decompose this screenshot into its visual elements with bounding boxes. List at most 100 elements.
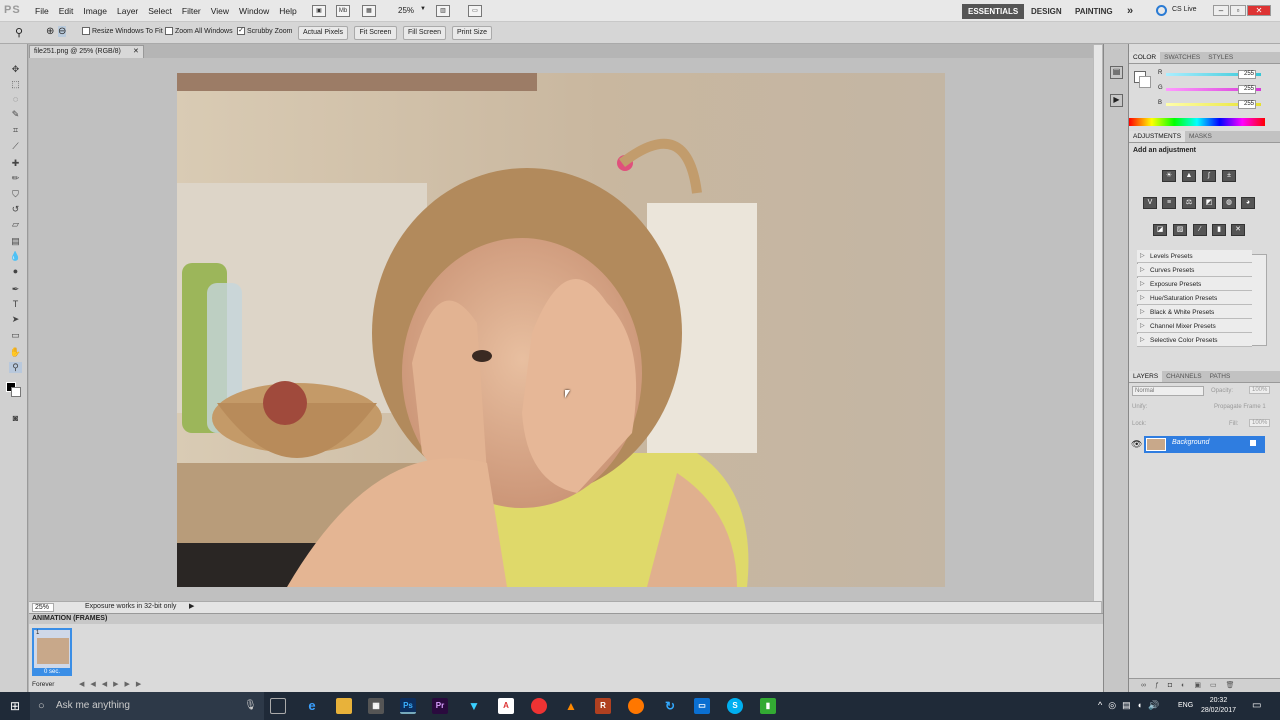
menu-filter[interactable]: Filter [177,6,206,16]
crop-tool-icon[interactable]: ⌗ [9,125,22,136]
black-white-icon[interactable]: ◩ [1202,197,1216,209]
pen-tool-icon[interactable]: ✒ [9,284,22,295]
scrubby-zoom-checkbox[interactable]: ✓ Scrubby Zoom [237,27,293,35]
menu-view[interactable]: View [206,6,234,16]
exposure-icon[interactable]: ± [1222,170,1236,182]
zoom-out-icon[interactable]: ⊖ [58,26,67,37]
layer-visibility-eye-icon[interactable]: 👁 [1131,439,1142,450]
resize-windows-checkbox[interactable]: Resize Windows To Fit [82,27,163,35]
launch-bridge-icon[interactable]: ▣ [312,5,326,17]
microphone-icon[interactable]: 🎙 [244,692,257,720]
launch-minibridge-icon[interactable]: Mb [336,5,350,17]
tab-swatches[interactable]: SWATCHES [1160,52,1204,63]
history-brush-tool-icon[interactable]: ↺ [9,204,22,215]
invert-icon[interactable]: ◪ [1153,224,1167,236]
color-balance-icon[interactable]: ⚖ [1182,197,1196,209]
selective-color-icon[interactable]: ✕ [1231,224,1245,236]
eraser-tool-icon[interactable]: ▱ [9,219,22,230]
window-app-icon[interactable]: ▭ [694,698,710,714]
fill-field[interactable]: 100% [1249,419,1271,427]
workspace-essentials[interactable]: ESSENTIALS [962,4,1025,19]
refresh-app-icon[interactable]: ↻ [662,698,678,714]
vibrance-icon[interactable]: V [1143,197,1157,209]
screen-mode-icon[interactable]: ▭ [468,5,482,17]
frame-delay[interactable]: 0 sec. [34,668,70,676]
menu-edit[interactable]: Edit [54,6,79,16]
zoom-tool-active-icon[interactable]: ⚲ [9,362,22,373]
quick-mask-icon[interactable]: ◙ [9,413,22,424]
fit-screen-button[interactable]: Fit Screen [354,26,397,40]
curves-icon[interactable]: ∫ [1202,170,1216,182]
tab-masks[interactable]: MASKS [1185,131,1216,142]
preset-channel-mixer[interactable]: Channel Mixer Presets [1137,320,1252,333]
zoom-in-icon[interactable]: ⊕ [46,26,54,37]
preset-curves[interactable]: Curves Presets [1137,264,1252,277]
workspace-overflow-icon[interactable]: » [1121,4,1139,19]
close-document-icon[interactable]: ✕ [133,46,139,58]
close-button[interactable]: ✕ [1247,5,1271,16]
preset-exposure[interactable]: Exposure Presets [1137,278,1252,291]
tab-adjustments[interactable]: ADJUSTMENTS [1129,131,1186,142]
marquee-tool-icon[interactable]: ⬚ [9,79,22,90]
color-spectrum-bar[interactable] [1129,118,1265,126]
preset-levels[interactable]: Levels Presets [1137,250,1252,263]
actions-panel-icon[interactable]: ▶ [1110,94,1123,107]
menu-file[interactable]: File [30,6,54,16]
preset-selective-color[interactable]: Selective Color Presets [1137,334,1252,347]
minimize-button[interactable]: – [1213,5,1229,16]
restore-button[interactable]: ▫ [1230,5,1246,16]
eyedropper-tool-icon[interactable]: ⟋ [9,141,22,152]
opacity-field[interactable]: 100% [1249,386,1271,394]
menu-select[interactable]: Select [143,6,177,16]
workspace-design[interactable]: DESIGN [1025,4,1068,19]
vlc-icon[interactable]: ▲ [563,698,579,714]
vertical-scrollbar[interactable] [1093,45,1102,601]
playback-controls-icon[interactable]: ◀◀◀▶▶▶ [79,680,147,688]
chrome-icon[interactable] [531,698,547,714]
acrobat-icon[interactable]: A [498,698,514,714]
premiere-icon[interactable]: Pr [432,698,448,714]
background-color-swatch[interactable] [11,387,21,397]
workspace-painting[interactable]: PAINTING [1069,4,1119,19]
status-menu-arrow-icon[interactable]: ▶ [189,602,194,610]
b-channel-value[interactable]: 255 [1238,100,1256,109]
view-extras-icon[interactable]: ▦ [362,5,376,17]
zoom-all-windows-checkbox[interactable]: Zoom All Windows [165,27,233,35]
actual-pixels-button[interactable]: Actual Pixels [298,26,348,40]
taskbar-clock[interactable]: 20:32 28/02/2017 [1201,696,1236,716]
clone-stamp-tool-icon[interactable]: ⛉ [9,189,22,200]
menu-window[interactable]: Window [234,6,274,16]
brush-tool-icon[interactable]: ✏ [9,173,22,184]
type-tool-icon[interactable]: T [9,299,22,310]
channel-mixer-icon[interactable]: ◕ [1241,197,1255,209]
color-bg-swatch[interactable] [1139,76,1151,88]
levels-icon[interactable]: ▲ [1182,170,1196,182]
system-tray-icons[interactable]: ^◎▤◖🔊 [1098,700,1165,711]
shape-tool-icon[interactable]: ▭ [9,330,22,341]
store-icon[interactable]: ▦ [368,698,384,714]
gradient-map-icon[interactable]: ▮ [1212,224,1226,236]
print-size-button[interactable]: Print Size [452,26,492,40]
quick-select-tool-icon[interactable]: ✎ [9,109,22,120]
loop-options-dropdown[interactable]: Forever [32,681,54,688]
layers-footer-icons[interactable]: ∞ƒ◘◐▣▭🗑 [1129,678,1280,692]
posterize-icon[interactable]: ▨ [1173,224,1187,236]
animation-frame-1[interactable]: 1 0 sec. [32,628,72,676]
brightness-contrast-icon[interactable]: ☀ [1162,170,1176,182]
edge-browser-icon[interactable]: e [304,698,320,714]
file-explorer-icon[interactable] [336,698,352,714]
history-panel-icon[interactable]: ▤ [1110,66,1123,79]
fill-screen-button[interactable]: Fill Screen [403,26,446,40]
propagate-frame-checkbox[interactable]: Propagate Frame 1 [1214,404,1266,410]
hand-tool-icon[interactable]: ✋ [9,347,22,358]
layer-row-background[interactable]: Background [1144,436,1265,453]
gradient-tool-icon[interactable]: ▤ [9,236,22,247]
tab-color[interactable]: COLOR [1129,52,1161,63]
language-indicator[interactable]: ENG [1178,702,1193,709]
blend-mode-select[interactable]: Normal [1132,386,1204,396]
lasso-tool-icon[interactable]: ◌ [9,94,22,105]
tab-channels[interactable]: CHANNELS [1162,371,1205,382]
hue-saturation-icon[interactable]: ≡ [1162,197,1176,209]
vpn-icon[interactable]: ▼ [466,698,482,714]
g-channel-value[interactable]: 255 [1238,85,1256,94]
